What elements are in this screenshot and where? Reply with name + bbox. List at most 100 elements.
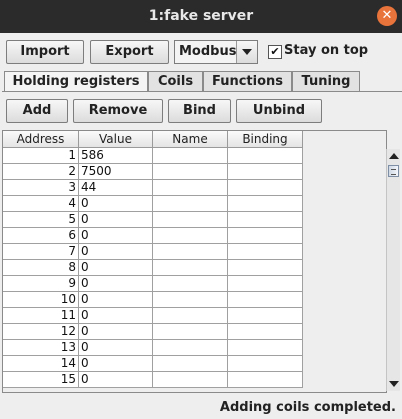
cell-name[interactable] (153, 148, 228, 164)
cell-address[interactable]: 14 (3, 356, 79, 372)
cell-value[interactable]: 0 (79, 372, 153, 388)
cell-name[interactable] (153, 292, 228, 308)
cell-value[interactable]: 0 (79, 196, 153, 212)
stay-on-top-label[interactable]: Stay on top (284, 43, 368, 58)
add-button[interactable]: Add (6, 99, 68, 123)
unbind-button[interactable]: Unbind (236, 99, 322, 123)
cell-binding[interactable] (228, 292, 303, 308)
table-row[interactable]: 60 (3, 228, 303, 244)
protocol-select-value: Modbus (179, 44, 237, 59)
cell-binding[interactable] (228, 244, 303, 260)
cell-value[interactable]: 0 (79, 308, 153, 324)
tab-tuning[interactable]: Tuning (292, 71, 360, 91)
cell-address[interactable]: 11 (3, 308, 79, 324)
cell-address[interactable]: 10 (3, 292, 79, 308)
cell-name[interactable] (153, 180, 228, 196)
column-header-name[interactable]: Name (153, 131, 228, 148)
cell-value[interactable]: 0 (79, 212, 153, 228)
cell-address[interactable]: 2 (3, 164, 79, 180)
cell-address[interactable]: 7 (3, 244, 79, 260)
table-row[interactable]: 10 0 (3, 292, 303, 308)
column-header-binding[interactable]: Binding (228, 131, 303, 148)
cell-binding[interactable] (228, 276, 303, 292)
scroll-thumb[interactable] (388, 165, 399, 177)
table-row[interactable]: 12 0 (3, 324, 303, 340)
cell-binding[interactable] (228, 164, 303, 180)
cell-address[interactable]: 15 (3, 372, 79, 388)
cell-name[interactable] (153, 244, 228, 260)
cell-address[interactable]: 13 (3, 340, 79, 356)
cell-name[interactable] (153, 212, 228, 228)
cell-binding[interactable] (228, 372, 303, 388)
table-row[interactable]: 14 0 (3, 356, 303, 372)
cell-name[interactable] (153, 356, 228, 372)
cell-name[interactable] (153, 324, 228, 340)
table-row[interactable]: 15 0 (3, 372, 303, 388)
table-row[interactable]: 11 0 (3, 308, 303, 324)
cell-value[interactable]: 0 (79, 324, 153, 340)
cell-value[interactable]: 0 (79, 340, 153, 356)
cell-address[interactable]: 6 (3, 228, 79, 244)
cell-binding[interactable] (228, 356, 303, 372)
cell-address[interactable]: 9 (3, 276, 79, 292)
cell-binding[interactable] (228, 148, 303, 164)
cell-value[interactable]: 0 (79, 276, 153, 292)
cell-address[interactable]: 12 (3, 324, 79, 340)
cell-value[interactable]: 7500 (79, 164, 153, 180)
cell-name[interactable] (153, 372, 228, 388)
chevron-down-icon[interactable] (236, 41, 257, 63)
import-button[interactable]: Import (6, 40, 84, 64)
cell-name[interactable] (153, 260, 228, 276)
vertical-scrollbar[interactable] (386, 149, 400, 391)
column-header-value[interactable]: Value (79, 131, 153, 148)
cell-binding[interactable] (228, 212, 303, 228)
table-row[interactable]: 40 (3, 196, 303, 212)
cell-name[interactable] (153, 340, 228, 356)
cell-value[interactable]: 0 (79, 260, 153, 276)
cell-address[interactable]: 1 (3, 148, 79, 164)
cell-value[interactable]: 0 (79, 228, 153, 244)
arrow-up-icon[interactable] (388, 150, 400, 162)
cell-name[interactable] (153, 164, 228, 180)
cell-value[interactable]: 0 (79, 356, 153, 372)
cell-address[interactable]: 3 (3, 180, 79, 196)
arrow-down-icon[interactable] (388, 378, 400, 390)
cell-binding[interactable] (228, 308, 303, 324)
cell-binding[interactable] (228, 180, 303, 196)
cell-value[interactable]: 44 (79, 180, 153, 196)
cell-name[interactable] (153, 228, 228, 244)
table-row[interactable]: 80 (3, 260, 303, 276)
table-row[interactable]: 1 586 (3, 148, 303, 164)
table-row[interactable]: 2 7500 (3, 164, 303, 180)
remove-button[interactable]: Remove (73, 99, 163, 123)
cell-address[interactable]: 8 (3, 260, 79, 276)
cell-value[interactable]: 0 (79, 244, 153, 260)
cell-binding[interactable] (228, 228, 303, 244)
cell-address[interactable]: 4 (3, 196, 79, 212)
close-icon[interactable]: ✕ (377, 6, 397, 26)
cell-value[interactable]: 0 (79, 292, 153, 308)
table-header: Address Value Name Binding (3, 131, 303, 148)
tab-coils[interactable]: Coils (148, 71, 203, 91)
table-row[interactable]: 13 0 (3, 340, 303, 356)
cell-binding[interactable] (228, 340, 303, 356)
bind-button[interactable]: Bind (168, 99, 231, 123)
protocol-select[interactable]: Modbus (174, 40, 258, 64)
table-row[interactable]: 3 44 (3, 180, 303, 196)
export-button[interactable]: Export (90, 40, 169, 64)
cell-name[interactable] (153, 276, 228, 292)
cell-binding[interactable] (228, 324, 303, 340)
cell-value[interactable]: 586 (79, 148, 153, 164)
table-row[interactable]: 90 (3, 276, 303, 292)
cell-address[interactable]: 5 (3, 212, 79, 228)
stay-on-top-checkbox[interactable]: ✔ (268, 45, 282, 59)
tab-holding-registers[interactable]: Holding registers (4, 71, 148, 92)
table-row[interactable]: 70 (3, 244, 303, 260)
cell-name[interactable] (153, 308, 228, 324)
cell-binding[interactable] (228, 260, 303, 276)
table-row[interactable]: 50 (3, 212, 303, 228)
cell-binding[interactable] (228, 196, 303, 212)
tab-functions[interactable]: Functions (203, 71, 292, 91)
column-header-address[interactable]: Address (3, 131, 79, 148)
cell-name[interactable] (153, 196, 228, 212)
